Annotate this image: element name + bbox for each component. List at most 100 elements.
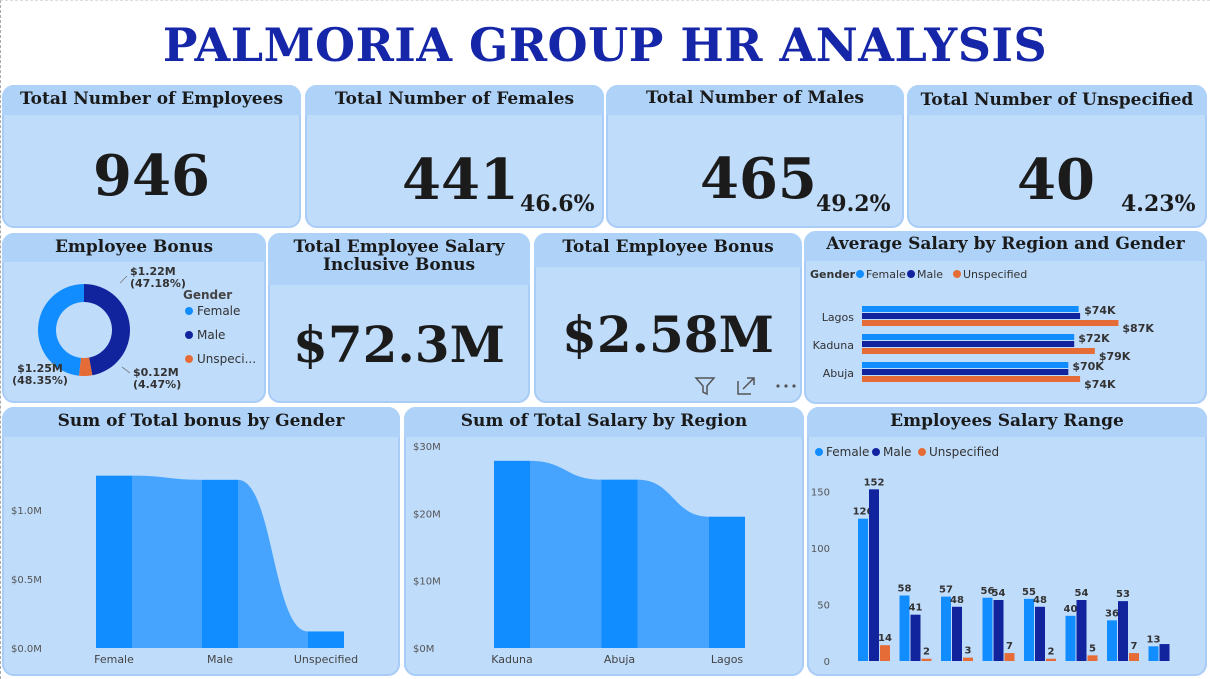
donut-legend-swatch	[185, 307, 193, 315]
females-count: 441	[402, 147, 519, 213]
avg-region-label: Abuja	[823, 367, 854, 380]
range-data-label: 54	[1075, 588, 1089, 599]
range-bar-unspecified	[963, 657, 973, 661]
y-tick-label: 100	[811, 544, 830, 555]
avg-bar-lagos-female	[862, 306, 1079, 312]
bar-female	[96, 475, 132, 648]
unspecified-card[interactable]: Total Number of Unspecified 40 4.23%	[907, 85, 1207, 228]
range-legend-swatch	[815, 448, 823, 456]
range-bar-female	[1107, 620, 1117, 661]
range-data-label: 2	[923, 647, 930, 658]
y-tick-label: $1.0M	[11, 506, 42, 517]
range-data-label: 5	[1089, 643, 1096, 654]
avg-legend-label: Female	[866, 268, 906, 281]
avg-legend-label: Male	[917, 268, 943, 281]
unspecified-count: 40	[1017, 147, 1095, 213]
bar-kaduna	[494, 460, 530, 648]
salary-inclusive-card[interactable]: Total Employee Salary Inclusive Bonus $7…	[268, 233, 530, 403]
card-heading: Total Number of Employees	[2, 85, 301, 115]
bonus-by-gender-card[interactable]: Sum of Total bonus by Gender $0.0M $0.5M $…	[2, 407, 400, 676]
donut-legend-label: Unspeci...	[197, 352, 256, 366]
range-bar-male	[1035, 606, 1045, 661]
range-bar-male	[952, 606, 962, 661]
avg-bar-lagos-unspecified	[862, 320, 1119, 326]
range-bar-female	[1024, 598, 1034, 661]
range-bar-male	[1159, 644, 1170, 661]
females-card[interactable]: Total Number of Females 441 46.6%	[305, 85, 604, 228]
dashboard-title: PALMORIA GROUP HR ANALYSIS	[162, 18, 1048, 72]
avg-legend-swatch	[953, 270, 961, 278]
range-data-label: 14	[878, 633, 892, 644]
avg-bar-kaduna-male	[862, 341, 1075, 347]
avg-data-label: $70K	[1072, 360, 1104, 373]
donut-legend-label: Male	[197, 328, 225, 342]
y-tick-label: 50	[817, 601, 830, 612]
range-bar-male	[910, 614, 921, 661]
range-bar-unspecified	[1046, 658, 1056, 661]
x-tick-label: Female	[94, 653, 134, 666]
range-bar-unspecified	[921, 658, 932, 661]
donut-slice-male	[84, 284, 131, 376]
donut-legend-label: Female	[197, 304, 240, 318]
avg-data-label: $74K	[1084, 378, 1116, 391]
card-heading: Total Employee Bonus	[534, 233, 802, 267]
range-data-label: 48	[1033, 595, 1047, 606]
y-tick-label: 150	[811, 488, 830, 499]
range-bar-unspecified	[880, 645, 890, 661]
x-tick-label: Lagos	[711, 653, 744, 666]
avg-bar-kaduna-female	[862, 334, 1075, 340]
range-data-label: 41	[909, 603, 923, 614]
y-tick-label: $10M	[413, 577, 441, 588]
range-data-label: 7	[1131, 641, 1138, 652]
x-tick-label: Unspecified	[294, 653, 358, 666]
females-percent: 46.6%	[520, 191, 595, 217]
avg-bar-abuja-unspecified	[862, 376, 1081, 382]
range-data-label: 36	[1105, 608, 1119, 619]
bar-lagos	[709, 516, 745, 648]
range-bar-female	[1148, 646, 1159, 661]
males-card[interactable]: Total Number of Males 465 49.2%	[606, 85, 904, 228]
more-options-icon[interactable]	[774, 375, 798, 397]
salary-by-region-chart: $0M $10M $20M $30M Kaduna Abuja Lagos	[413, 442, 745, 666]
range-data-label: 48	[950, 595, 964, 606]
donut-legend-swatch	[185, 355, 193, 363]
y-tick-label: $0.5M	[11, 575, 42, 586]
avg-bar-lagos-male	[862, 313, 1081, 319]
employee-bonus-card[interactable]: Employee Bonus $1.22M (47.18%) $1.25M (48.3…	[2, 233, 266, 403]
range-legend-swatch	[872, 448, 880, 456]
employees-card[interactable]: Total Number of Employees 946	[2, 85, 301, 228]
range-bar-male	[993, 600, 1004, 661]
range-bar-female	[941, 596, 951, 661]
total-bonus-card[interactable]: Total Employee Bonus $2.58M	[534, 233, 802, 403]
males-count: 465	[700, 146, 817, 212]
x-tick-label: Abuja	[604, 653, 635, 666]
donut-percent-label: (47.18%)	[130, 277, 186, 290]
range-bar-unspecified	[1004, 653, 1015, 661]
donut-percent-label: (4.47%)	[133, 378, 181, 391]
donut-legend-swatch	[185, 331, 193, 339]
range-legend-label: Male	[883, 445, 911, 459]
salary-range-card[interactable]: Employees Salary Range Female Male Unspeci…	[807, 407, 1207, 676]
employees-count: 946	[93, 143, 210, 209]
card-heading: Total Number of Unspecified	[907, 85, 1207, 115]
card-heading: Total Number of Males	[606, 85, 904, 115]
focus-mode-icon[interactable]	[735, 375, 757, 397]
x-tick-label: Male	[207, 653, 233, 666]
range-bar-female	[982, 597, 993, 661]
salary-range-chart: Female Male Unspecified0501001501261521458…	[811, 445, 1170, 668]
range-data-label: 152	[864, 477, 885, 488]
range-bar-unspecified	[1129, 653, 1139, 661]
salary-by-region-card[interactable]: Sum of Total Salary by Region $0M $10M $20…	[404, 407, 804, 676]
donut-leader-line	[121, 366, 131, 374]
avg-salary-card[interactable]: Average Salary by Region and Gender Gend…	[804, 231, 1207, 404]
avg-data-label: $74K	[1084, 304, 1116, 317]
donut-percent-label: (48.35%)	[12, 374, 68, 387]
range-bar-female	[858, 518, 868, 661]
filter-icon[interactable]	[694, 375, 716, 397]
donut-legend-title: Gender	[183, 288, 232, 302]
ribbon-area	[637, 479, 709, 648]
avg-legend-swatch	[907, 270, 915, 278]
unspecified-percent: 4.23%	[1121, 191, 1196, 217]
ribbon-area	[132, 475, 202, 648]
avg-data-label: $87K	[1122, 322, 1154, 335]
